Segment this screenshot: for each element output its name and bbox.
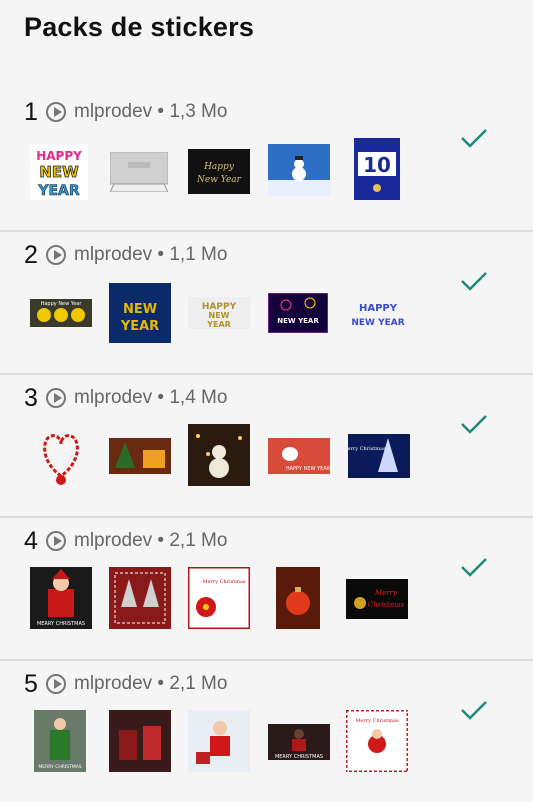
check-icon [461,129,487,148]
svg-text:HAPPY: HAPPY [36,149,82,163]
santa-card-frame-sticker: Merry Christmas [344,708,410,774]
pack-meta: mlprodev • 1,3 Mo [74,101,228,122]
svg-text:YEAR: YEAR [37,183,80,199]
sticker-pack-3[interactable]: 3 mlprodev • 1,4 Mo HAPPY NEW YEAR erry … [0,374,533,518]
check-icon [461,272,487,291]
sticker-pack-4[interactable]: 4 mlprodev • 2,1 Mo MERRY CHRISTMAS Merr… [0,517,533,661]
svg-text:MERRY CHRISTMAS: MERRY CHRISTMAS [275,754,323,760]
snowman-lights-sticker [188,424,250,486]
svg-text:MERRY CHRISTMAS: MERRY CHRISTMAS [38,764,81,770]
svg-text:YEAR: YEAR [120,319,159,334]
svg-text:New Year: New Year [196,175,242,185]
check-icon [461,558,487,577]
pack-number: 5 [24,669,38,698]
svg-text:Christmas: Christmas [368,601,405,609]
minions-happy-new-year-sticker: Happy New Year [30,299,92,327]
happy-new-year-glitter-sticker: HAPPY NEW YEAR [188,297,250,329]
happy-new-year-black-gold-sticker: Happy New Year [188,149,250,194]
pack-meta: mlprodev • 2,1 Mo [74,673,228,694]
poinsettia-card-sticker: Merry Christmas [186,565,252,631]
svg-text:NEW: NEW [209,311,230,320]
svg-text:NEW: NEW [123,302,157,317]
elf-merry-christmas-sticker: MERRY CHRISTMAS [34,710,86,772]
play-icon [46,245,66,265]
dancing-man-merry-christmas-sticker: MERRY CHRISTMAS [268,724,330,760]
svg-text:NEW YEAR: NEW YEAR [277,317,319,325]
happy-new-year-sparkle-text-sticker: HAPPY NEW YEAR [348,297,408,329]
christmas-gnomes-sticker [109,567,171,629]
christmas-tree-blue-sticker: Merry Christmas [342,434,410,478]
svg-text:10: 10 [363,153,391,177]
check-icon [461,701,487,720]
candy-cane-heart-sticker [38,426,84,488]
fireworks-new-year-sticker: NEW YEAR [267,292,329,334]
play-icon [46,531,66,551]
pack-number: 3 [24,383,38,412]
pack-meta: mlprodev • 2,1 Mo [74,530,228,551]
christmas-fireplace-sticker [109,438,171,474]
svg-text:NEW: NEW [39,163,79,181]
christmas-movie-scene-sticker [109,710,171,772]
pack-meta: mlprodev • 1,1 Mo [74,244,228,265]
pack-number: 2 [24,240,38,269]
svg-text:Merry Christmas: Merry Christmas [202,579,246,585]
sticker-pack-2[interactable]: 2 mlprodev • 1,1 Mo Happy New Year NEW Y… [0,231,533,375]
play-icon [46,674,66,694]
svg-text:NEW YEAR: NEW YEAR [351,318,404,328]
merry-christmas-bells-sticker: Merry Christmas [346,579,408,619]
svg-text:Merry Christmas: Merry Christmas [355,718,399,724]
pack-number: 1 [24,97,38,126]
svg-text:Merry Christmas: Merry Christmas [348,446,386,452]
pack-number: 4 [24,526,38,555]
snowman-globe-sticker [268,144,330,196]
new-year-gold-text-sticker: NEW YEAR [109,283,171,343]
snoopy-new-year-sticker: HAPPY NEW YEAR [268,438,331,474]
play-icon [46,388,66,408]
happy-new-year-colorful-sticker: HAPPY NEW YEAR [30,144,88,200]
sticker-pack-1[interactable]: 1 mlprodev • 1,3 Mo HAPPY NEW YEAR Happy… [0,88,533,232]
svg-text:MERRY CHRISTMAS: MERRY CHRISTMAS [37,621,85,627]
grey-banner-sticker [109,151,169,193]
svg-text:HAPPY NEW YEAR: HAPPY NEW YEAR [286,466,330,472]
santa-merry-christmas-sticker: MERRY CHRISTMAS [30,567,92,629]
sticker-pack-5[interactable]: 5 mlprodev • 2,1 Mo MERRY CHRISTMAS MERR… [0,660,533,802]
christmas-ornament-sticker [276,567,320,629]
page-title: Packs de stickers [24,12,255,42]
play-icon [46,102,66,122]
santa-gifts-sticker [188,710,250,772]
svg-text:Happy: Happy [203,162,235,172]
svg-text:Merry: Merry [374,589,398,597]
check-icon [461,415,487,434]
svg-text:YEAR: YEAR [206,320,231,329]
pack-meta: mlprodev • 1,4 Mo [74,387,228,408]
svg-text:Happy New Year: Happy New Year [41,301,83,307]
countdown-10-sticker: 10 [354,138,400,200]
svg-text:HAPPY: HAPPY [359,303,398,314]
